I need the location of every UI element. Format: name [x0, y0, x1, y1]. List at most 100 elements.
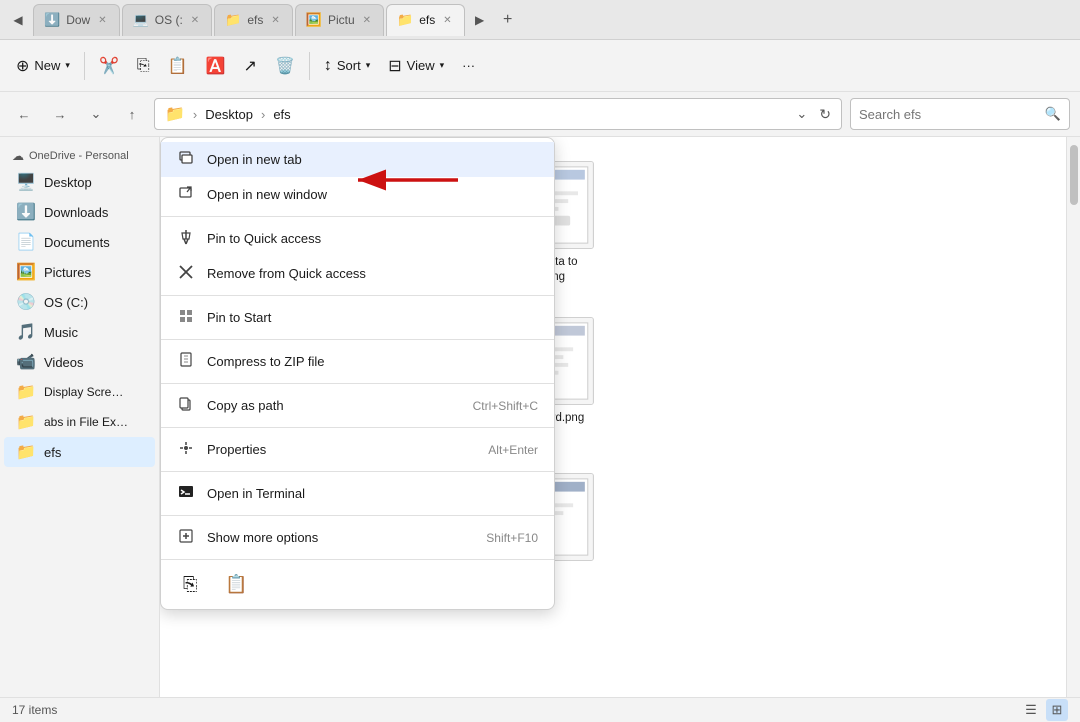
tab-pictures[interactable]: 🖼️ Pictu ✕ [295, 4, 384, 36]
ctx-divider-3 [161, 339, 554, 340]
rename-button[interactable]: 🅰️ [198, 48, 234, 84]
paste-button[interactable]: 📋 [160, 48, 196, 84]
forward-btn[interactable]: → [46, 100, 74, 128]
sort-chevron: ▾ [366, 60, 371, 71]
view-button[interactable]: ⊟ View ▾ [380, 48, 452, 84]
tab-forward-btn[interactable]: ▶ [466, 6, 494, 34]
ctx-remove-icon [177, 264, 195, 283]
tab-osc-close[interactable]: ✕ [189, 13, 201, 28]
tab-efs-active-close[interactable]: ✕ [441, 13, 453, 28]
tab-efs1[interactable]: 📁 efs ✕ [214, 4, 293, 36]
scroll-thumb[interactable] [1070, 145, 1078, 205]
tab-pictures-close[interactable]: ✕ [361, 13, 373, 28]
sidebar-item-pictures[interactable]: 🖼️ Pictures [4, 257, 155, 287]
tab-downloads-close[interactable]: ✕ [96, 13, 108, 28]
ctx-remove-quick[interactable]: Remove from Quick access [161, 256, 554, 291]
search-input[interactable] [859, 107, 1039, 122]
ctx-compress-zip[interactable]: Compress to ZIP file [161, 344, 554, 379]
cut-icon: ✂️ [99, 56, 119, 76]
sidebar-pictures-label: Pictures [44, 265, 91, 280]
status-bar: 17 items ☰ ⊞ [0, 697, 1080, 721]
tab-efs1-close[interactable]: ✕ [269, 13, 281, 28]
recent-btn[interactable]: ⌄ [82, 100, 110, 128]
tab-efs1-label: efs [247, 13, 263, 27]
share-button[interactable]: ↗ [236, 48, 265, 84]
rename-icon: 🅰️ [206, 56, 226, 76]
sidebar-item-videos[interactable]: 📹 Videos [4, 347, 155, 377]
ctx-properties[interactable]: Properties Alt+Enter [161, 432, 554, 467]
ctx-copy-path-icon [177, 396, 195, 415]
onedrive-label: OneDrive - Personal [29, 150, 129, 162]
sidebar-item-osc[interactable]: 💿 OS (C:) [4, 287, 155, 317]
vertical-scrollbar[interactable] [1066, 137, 1080, 697]
address-box[interactable]: 📁 › Desktop › efs ⌄ ↻ [154, 98, 842, 130]
ctx-open-window-icon [177, 185, 195, 204]
cut-button[interactable]: ✂️ [91, 48, 127, 84]
sidebar-item-music[interactable]: 🎵 Music [4, 317, 155, 347]
downloads-tab-icon: ⬇️ [44, 12, 60, 28]
main-layout: ☁ OneDrive - Personal 🖥️ Desktop ⬇️ Down… [0, 137, 1080, 697]
item-count: 17 items [12, 703, 57, 717]
tab-osc[interactable]: 💻 OS (: ✕ [122, 4, 213, 36]
list-view-btn[interactable]: ☰ [1020, 699, 1042, 721]
onedrive-icon: ☁ [12, 149, 24, 163]
copy-button[interactable]: ⎘ [129, 48, 158, 84]
ctx-open-new-tab[interactable]: Open in new tab [161, 142, 554, 177]
tab-downloads[interactable]: ⬇️ Dow ✕ [33, 4, 120, 36]
ctx-pin-start[interactable]: Pin to Start [161, 300, 554, 335]
breadcrumb-folder-icon: 📁 [165, 104, 185, 124]
sidebar-desktop-label: Desktop [44, 175, 92, 190]
tab-add-btn[interactable]: + [494, 6, 522, 34]
sidebar-item-abs[interactable]: 📁 abs in File Ex… [4, 407, 155, 437]
sidebar-downloads-label: Downloads [44, 205, 108, 220]
new-label: New [34, 58, 60, 73]
ctx-pin-quick[interactable]: Pin to Quick access [161, 221, 554, 256]
search-box[interactable]: 🔍 [850, 98, 1070, 130]
paste-icon: 📋 [168, 56, 188, 76]
search-icon[interactable]: 🔍 [1045, 106, 1061, 122]
ctx-copy-icon[interactable]: ⎘ [177, 570, 203, 599]
sidebar-item-efs[interactable]: 📁 efs [4, 437, 155, 467]
view-icons: ☰ ⊞ [1020, 699, 1068, 721]
ctx-show-more-shortcut: Shift+F10 [486, 531, 538, 545]
address-expand-btn[interactable]: ⌄ [796, 106, 807, 122]
new-button[interactable]: ⊕ New ▾ [8, 48, 78, 84]
breadcrumb-desktop[interactable]: Desktop [205, 107, 253, 122]
osc-icon: 💿 [16, 292, 36, 312]
back-btn[interactable]: ← [10, 100, 38, 128]
osc-tab-icon: 💻 [133, 12, 149, 28]
ctx-open-new-window[interactable]: Open in new window [161, 177, 554, 212]
efs-icon: 📁 [16, 442, 36, 462]
refresh-btn[interactable]: ↻ [819, 106, 831, 123]
onedrive-header[interactable]: ☁ OneDrive - Personal [0, 145, 159, 167]
abs-icon: 📁 [16, 412, 36, 432]
delete-icon: 🗑️ [275, 56, 295, 76]
tab-back-btn[interactable]: ◀ [4, 6, 32, 34]
ctx-show-more[interactable]: Show more options Shift+F10 [161, 520, 554, 555]
delete-button[interactable]: 🗑️ [267, 48, 303, 84]
sidebar-item-downloads[interactable]: ⬇️ Downloads [4, 197, 155, 227]
ctx-pin-start-icon [177, 308, 195, 327]
content-area: 3 encrypt data.png 4 [160, 137, 1066, 697]
grid-view-btn[interactable]: ⊞ [1046, 699, 1068, 721]
sidebar-item-documents[interactable]: 📄 Documents [4, 227, 155, 257]
tab-osc-label: OS (: [155, 13, 183, 27]
sidebar-item-display[interactable]: 📁 Display Scre… [4, 377, 155, 407]
ctx-terminal[interactable]: Open in Terminal [161, 476, 554, 511]
ctx-paste-icon[interactable]: 📋 [219, 570, 253, 599]
ctx-properties-icon [177, 440, 195, 459]
ctx-divider-2 [161, 295, 554, 296]
ctx-copy-path-shortcut: Ctrl+Shift+C [473, 399, 538, 413]
ctx-pin-start-label: Pin to Start [207, 310, 538, 325]
up-btn[interactable]: ↑ [118, 100, 146, 128]
sidebar-item-desktop[interactable]: 🖥️ Desktop [4, 167, 155, 197]
tab-efs-active[interactable]: 📁 efs ✕ [386, 4, 465, 36]
sort-button[interactable]: ↕ Sort ▾ [316, 48, 378, 84]
display-icon: 📁 [16, 382, 36, 402]
breadcrumb-efs[interactable]: efs [273, 107, 290, 122]
more-button[interactable]: ··· [454, 48, 483, 84]
ctx-copy-path-label: Copy as path [207, 398, 461, 413]
view-icon: ⊟ [388, 56, 401, 76]
ctx-copy-path[interactable]: Copy as path Ctrl+Shift+C [161, 388, 554, 423]
ctx-divider-1 [161, 216, 554, 217]
